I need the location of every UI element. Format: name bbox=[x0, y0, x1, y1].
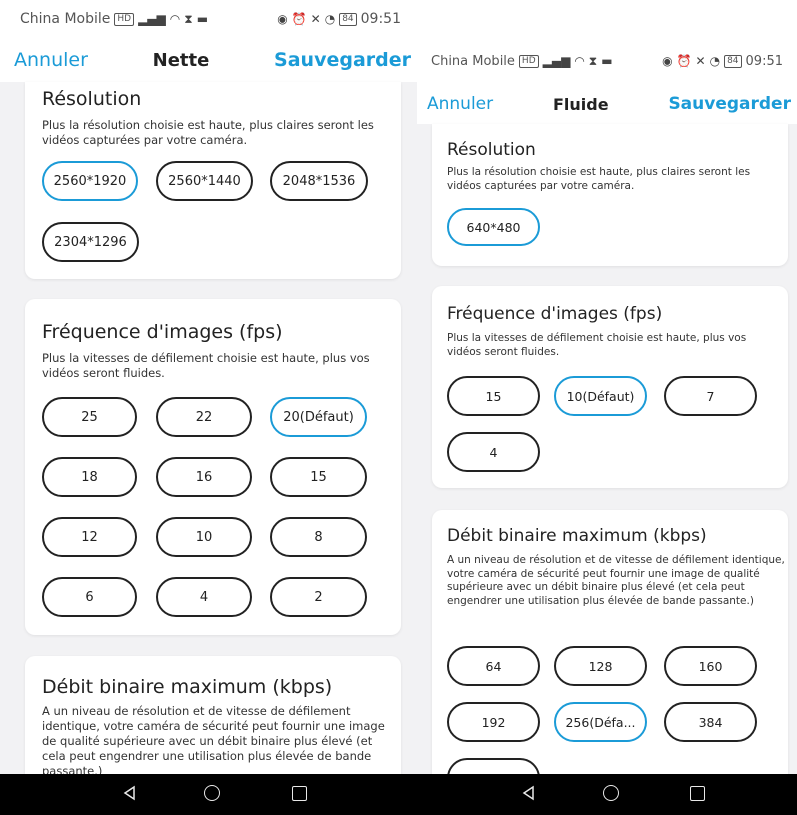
fps-card: Fréquence d'images (fps) Plus la vitesse… bbox=[432, 286, 788, 488]
resolution-option[interactable]: 2560*1920 bbox=[42, 161, 138, 201]
save-button[interactable]: Sauvegarder bbox=[274, 49, 411, 71]
fps-option[interactable]: 10(Défaut) bbox=[554, 376, 647, 416]
alarm-icon: ⏰ bbox=[291, 12, 307, 26]
back-triangle-icon-shape bbox=[522, 785, 534, 801]
resolution-option[interactable]: 2304*1296 bbox=[42, 222, 139, 262]
bitrate-description: A un niveau de résolution et de vitesse … bbox=[447, 554, 785, 607]
alarm-icon: ⏰ bbox=[676, 54, 692, 68]
clock: 09:51 bbox=[360, 11, 401, 27]
resolution-option[interactable]: 2048*1536 bbox=[270, 161, 368, 201]
mute-icon: ✕ bbox=[310, 12, 321, 26]
bitrate-option[interactable]: 512 bbox=[447, 758, 540, 774]
status-bar: China Mobile HD ▂▄▆ ◠ ⧗ ▬ ◉ ⏰ ✕ ◔ 84 09:… bbox=[0, 0, 417, 38]
fps-option[interactable]: 6 bbox=[42, 577, 137, 617]
battery-icon: 84 bbox=[724, 54, 742, 68]
fps-option[interactable]: 8 bbox=[270, 517, 367, 557]
fps-title: Fréquence d'images (fps) bbox=[447, 304, 663, 324]
hourglass-icon: ⧗ bbox=[588, 53, 598, 68]
bitrate-card: Débit binaire maximum (kbps) A un niveau… bbox=[25, 656, 401, 774]
bitrate-option[interactable]: 256(Défa... bbox=[554, 702, 647, 742]
signal-icon: ▂▄▆ bbox=[138, 12, 166, 26]
fps-option[interactable]: 16 bbox=[156, 457, 252, 497]
back-triangle-icon-shape bbox=[123, 785, 135, 801]
fps-option[interactable]: 22 bbox=[156, 397, 252, 437]
bitrate-option[interactable]: 192 bbox=[447, 702, 540, 742]
resolution-title: Résolution bbox=[447, 140, 536, 160]
fps-option[interactable]: 15 bbox=[270, 457, 367, 497]
left-screen: China Mobile HD ▂▄▆ ◠ ⧗ ▬ ◉ ⏰ ✕ ◔ 84 09:… bbox=[0, 0, 417, 774]
carrier-label: China Mobile bbox=[20, 11, 111, 27]
top-nav: Annuler Nette Sauvegarder bbox=[0, 38, 417, 82]
home-circle-icon[interactable] bbox=[198, 782, 226, 806]
speed-icon: ◔ bbox=[324, 12, 336, 26]
home-circle-shape bbox=[603, 785, 619, 801]
resolution-description: Plus la résolution choisie est haute, pl… bbox=[42, 118, 374, 147]
fps-option[interactable]: 18 bbox=[42, 457, 137, 497]
recents-square-shape bbox=[291, 786, 307, 801]
resolution-card: Résolution Plus la résolution choisie es… bbox=[25, 82, 401, 279]
fps-title: Fréquence d'images (fps) bbox=[42, 321, 283, 343]
recents-square-icon[interactable] bbox=[285, 782, 313, 806]
hd-icon: HD bbox=[518, 54, 539, 68]
fps-option[interactable]: 20(Défaut) bbox=[270, 397, 367, 437]
resolution-description: Plus la résolution choisie est haute, pl… bbox=[447, 166, 751, 192]
page-title: Nette bbox=[152, 49, 210, 71]
resolution-card: Résolution Plus la résolution choisie es… bbox=[432, 124, 788, 266]
speed-icon: ◔ bbox=[709, 54, 721, 68]
fps-option[interactable]: 12 bbox=[42, 517, 137, 557]
fps-option[interactable]: 15 bbox=[447, 376, 540, 416]
save-button[interactable]: Sauvegarder bbox=[668, 94, 791, 114]
fps-option[interactable]: 10 bbox=[156, 517, 252, 557]
recents-square-icon[interactable] bbox=[683, 782, 711, 806]
bitrate-title: Débit binaire maximum (kbps) bbox=[42, 676, 333, 698]
bitrate-option[interactable]: 160 bbox=[664, 646, 757, 686]
status-bar: China Mobile HD ▂▄▆ ◠ ⧗ ▬ ◉ ⏰ ✕ ◔ 84 09:… bbox=[417, 38, 797, 84]
fps-description: Plus la vitesses de défilement choisie e… bbox=[447, 332, 747, 358]
hd-icon: HD bbox=[114, 12, 135, 26]
fps-description: Plus la vitesses de défilement choisie e… bbox=[42, 351, 370, 380]
top-nav: Annuler Fluide Sauvegarder bbox=[417, 84, 797, 124]
battery-icon: 84 bbox=[339, 12, 357, 26]
home-circle-shape bbox=[204, 785, 220, 801]
fps-card: Fréquence d'images (fps) Plus la vitesse… bbox=[25, 299, 401, 635]
carrier-label: China Mobile bbox=[431, 53, 515, 69]
bitrate-option[interactable]: 128 bbox=[554, 646, 647, 686]
right-screen: China Mobile HD ▂▄▆ ◠ ⧗ ▬ ◉ ⏰ ✕ ◔ 84 09:… bbox=[417, 38, 797, 774]
clock: 09:51 bbox=[745, 53, 783, 69]
resolution-option[interactable]: 2560*1440 bbox=[156, 161, 253, 201]
wifi-icon: ◠ bbox=[169, 12, 181, 26]
mute-icon: ✕ bbox=[695, 54, 706, 68]
fps-option[interactable]: 25 bbox=[42, 397, 137, 437]
bitrate-option[interactable]: 64 bbox=[447, 646, 540, 686]
fps-option[interactable]: 2 bbox=[270, 577, 367, 617]
eye-icon: ◉ bbox=[277, 12, 288, 26]
fps-option[interactable]: 4 bbox=[156, 577, 252, 617]
resolution-option[interactable]: 640*480 bbox=[447, 208, 540, 246]
bitrate-card: Débit binaire maximum (kbps) A un niveau… bbox=[432, 510, 788, 774]
bitrate-title: Débit binaire maximum (kbps) bbox=[447, 526, 707, 546]
cancel-button[interactable]: Annuler bbox=[14, 49, 88, 71]
resolution-title: Résolution bbox=[42, 88, 142, 110]
fps-option[interactable]: 4 bbox=[447, 432, 540, 472]
hourglass-icon: ⧗ bbox=[184, 11, 193, 26]
message-icon: ▬ bbox=[601, 54, 613, 68]
message-icon: ▬ bbox=[196, 12, 209, 26]
wifi-icon: ◠ bbox=[574, 54, 585, 68]
signal-icon: ▂▄▆ bbox=[542, 54, 571, 68]
bitrate-option[interactable]: 384 bbox=[664, 702, 757, 742]
cancel-button[interactable]: Annuler bbox=[427, 94, 493, 114]
page-title: Fluide bbox=[552, 94, 609, 114]
recents-square-shape bbox=[689, 786, 705, 801]
back-triangle-icon[interactable] bbox=[515, 782, 543, 806]
back-triangle-icon[interactable] bbox=[116, 782, 144, 806]
bitrate-description: A un niveau de résolution et de vitesse … bbox=[42, 704, 385, 774]
fps-option[interactable]: 7 bbox=[664, 376, 757, 416]
system-nav-bar bbox=[0, 774, 797, 815]
eye-icon: ◉ bbox=[662, 54, 673, 68]
home-circle-icon[interactable] bbox=[597, 782, 625, 806]
